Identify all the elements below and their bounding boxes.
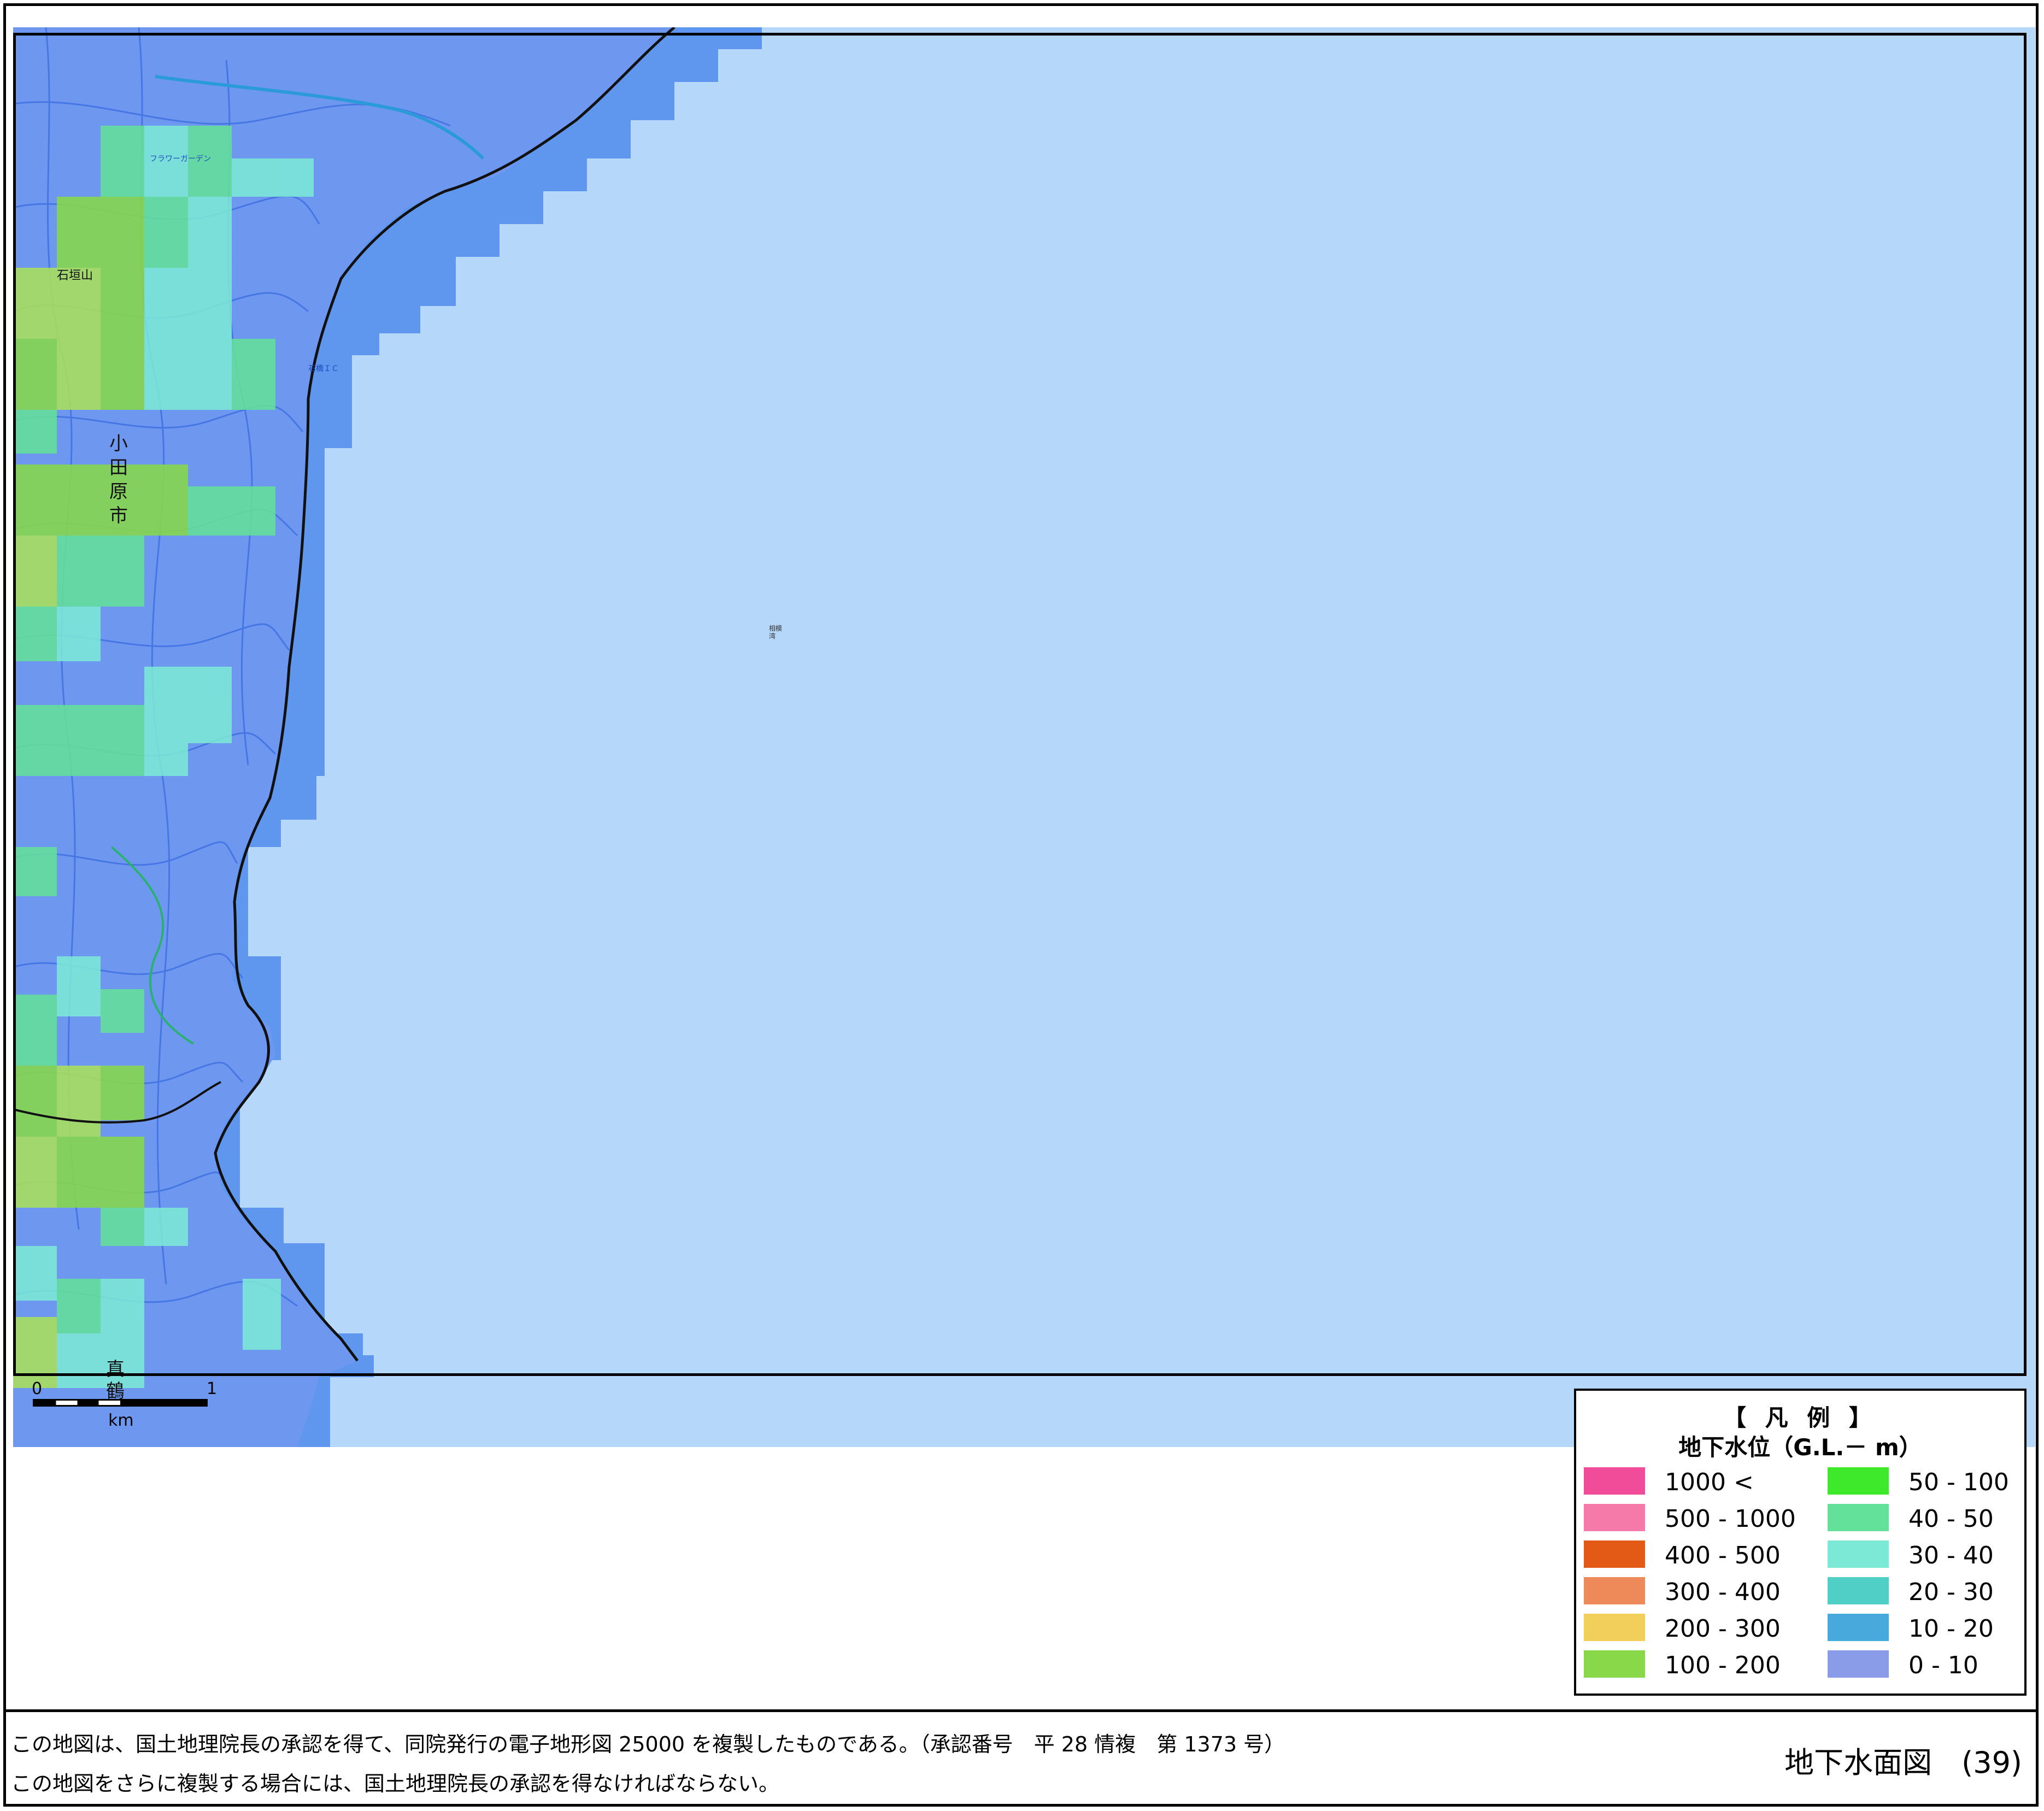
bay-label: 相模湾 [769, 625, 783, 640]
legend-swatch [1584, 1650, 1645, 1678]
legend-label: 1000 < [1665, 1468, 1754, 1496]
legend-swatch [1584, 1614, 1645, 1641]
city-label: 小田原市 [109, 433, 128, 527]
legend-swatch [1584, 1540, 1645, 1568]
legend-swatch [1584, 1467, 1645, 1495]
legend-title: 【 凡 例 】 [1723, 1404, 1877, 1431]
legend-swatch [1828, 1467, 1889, 1495]
legend-label: 50 - 100 [1908, 1468, 2009, 1496]
map-canvas [13, 27, 2035, 1447]
legend-label: 300 - 400 [1665, 1578, 1781, 1606]
legend-label: 400 - 500 [1665, 1542, 1781, 1569]
scale-bar-end-label: 1 [207, 1379, 218, 1398]
sheet-title: 地下水面図 (39) [1784, 1745, 2022, 1780]
legend-swatch [1828, 1650, 1889, 1678]
park-label: フラワーガーデン [150, 155, 211, 163]
legend-label: 0 - 10 [1908, 1651, 1978, 1679]
legend-label: 200 - 300 [1665, 1615, 1781, 1643]
scale-bar: 0 1 km [32, 1379, 218, 1430]
legend-swatch [1584, 1577, 1645, 1604]
legend-swatch [1584, 1504, 1645, 1531]
scale-bar-ruler [33, 1399, 208, 1407]
legend-swatch [1828, 1577, 1889, 1604]
interchange-label: 石橋ＩＣ [308, 364, 339, 373]
legend-label: 500 - 1000 [1665, 1505, 1796, 1533]
mountain-label: 石垣山 [57, 269, 93, 283]
copyright-notice: この地図は、国土地理院長の承認を得て、同院発行の電子地形図 25000 を複製し… [11, 1732, 1285, 1756]
groundwater-map[interactable]: 小田原市 相模湾 石垣山 真鶴 石橋ＩＣ フラワーガーデン 0 1 km [13, 27, 2035, 1447]
scale-bar-start-label: 0 [32, 1379, 43, 1398]
legend-subtitle: 地下水位（G.L.－ m） [1678, 1434, 1922, 1461]
footer: この地図は、国土地理院長の承認を得て、同院発行の電子地形図 25000 を複製し… [3, 1709, 2039, 1807]
legend-label: 40 - 50 [1908, 1505, 1994, 1533]
legend-swatch [1828, 1504, 1889, 1531]
legend-label: 10 - 20 [1908, 1615, 1994, 1643]
legend-swatch [1828, 1614, 1889, 1641]
legend-panel: 【 凡 例 】 地下水位（G.L.－ m） 1000 < 500 - 1000 40… [1574, 1389, 2027, 1696]
legend-label: 100 - 200 [1665, 1651, 1781, 1679]
legend-label: 20 - 30 [1908, 1578, 1994, 1606]
legend-label: 30 - 40 [1908, 1542, 1994, 1569]
scale-bar-unit-label: km [108, 1411, 134, 1430]
reproduction-notice: この地図をさらに複製する場合には、国土地理院長の承認を得なければならない。 [11, 1772, 780, 1796]
legend-swatch [1828, 1540, 1889, 1568]
